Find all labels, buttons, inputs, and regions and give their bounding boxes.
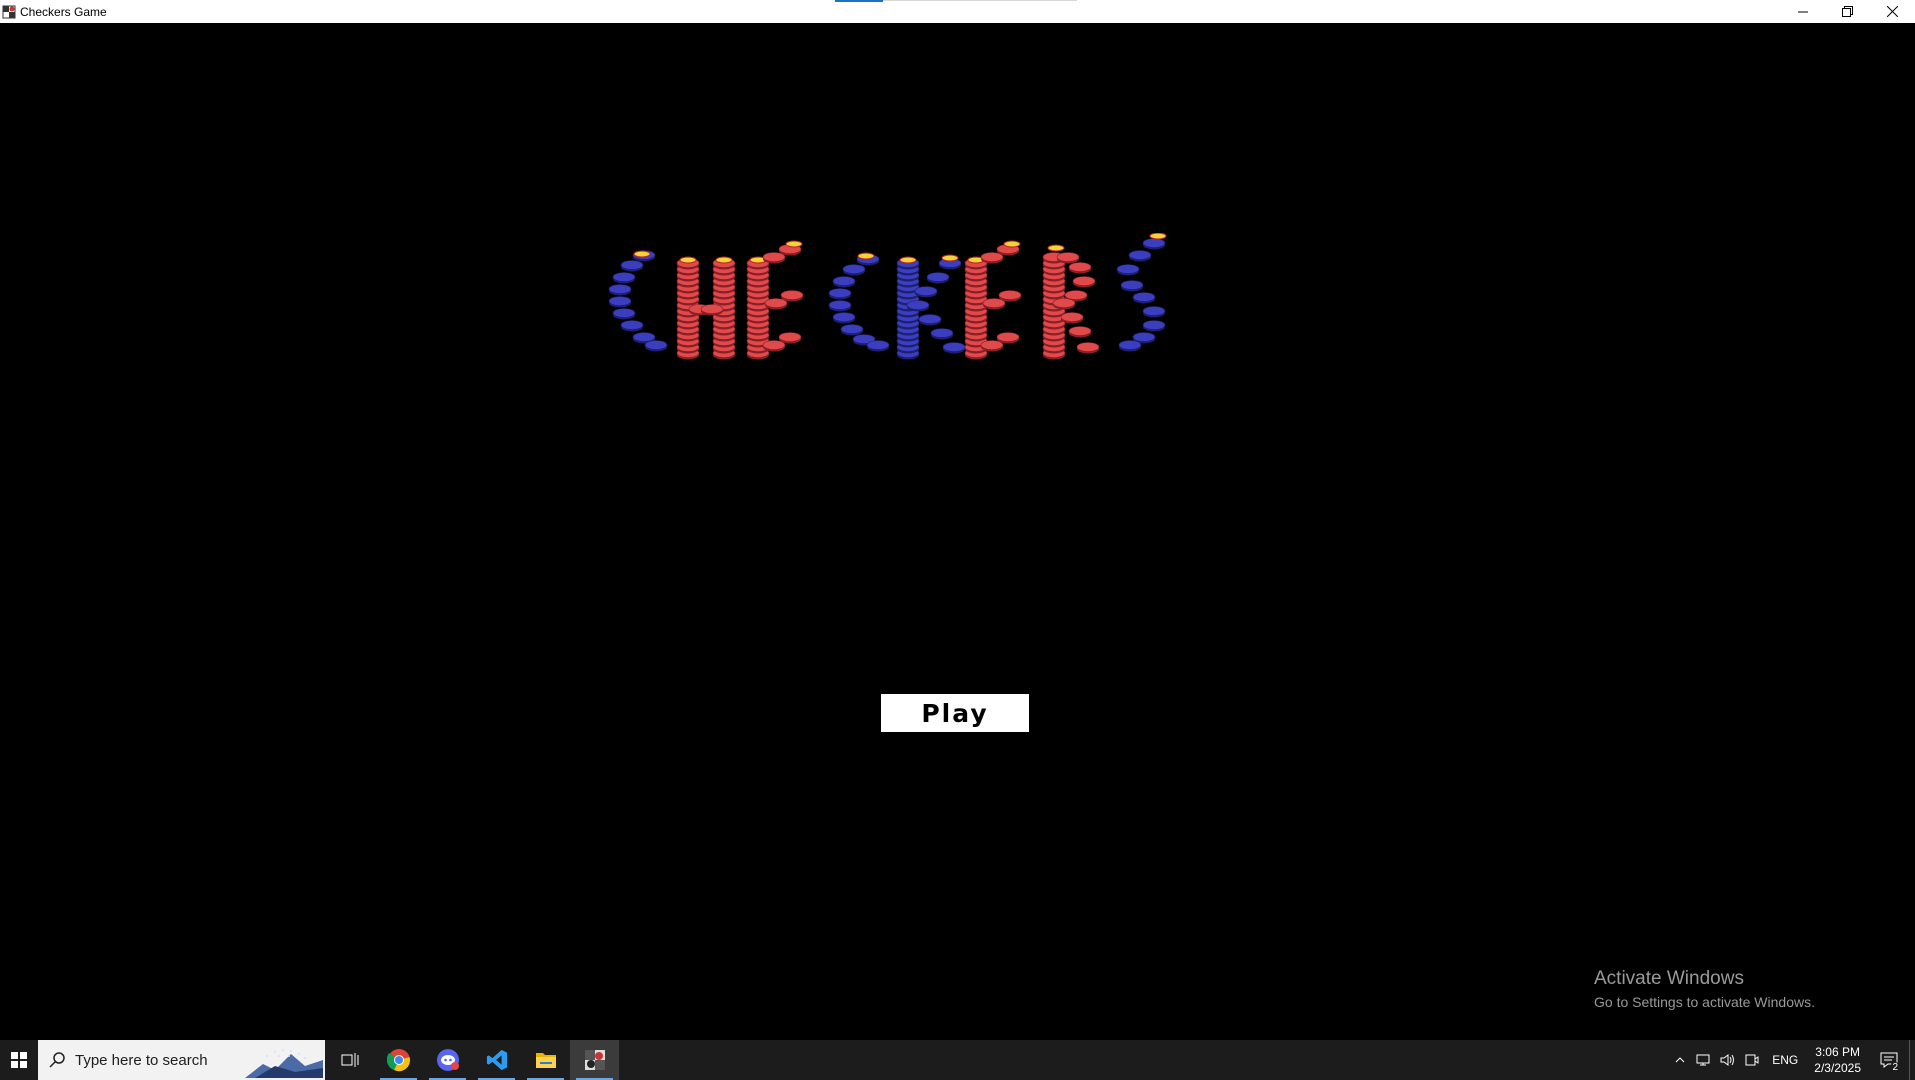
checkers-logo [608, 233, 1167, 360]
start-button[interactable] [0, 1040, 38, 1080]
volume-button[interactable] [1716, 1040, 1740, 1080]
window-title: Checkers Game [20, 4, 107, 19]
discord-icon [436, 1049, 459, 1071]
notification-count: 2 [1890, 1062, 1900, 1073]
clock-date: 2/3/2025 [1814, 1061, 1861, 1075]
watermark-title: Activate Windows [1594, 968, 1744, 989]
windows-logo-icon [11, 1052, 27, 1068]
close-icon [1887, 6, 1898, 17]
game-canvas: Play Activate Windows Go to Settings to … [0, 23, 1915, 1040]
task-view-button[interactable] [325, 1040, 374, 1080]
checkers-app-icon [584, 1050, 605, 1070]
activate-windows-watermark: Activate Windows Go to Settings to activ… [1594, 968, 1815, 1010]
app-icon [2, 5, 16, 18]
search-icon [49, 1052, 65, 1068]
minimize-icon [1797, 11, 1808, 12]
titlebar-accent-line [883, 0, 1077, 1]
network-button[interactable] [1692, 1040, 1716, 1080]
taskbar-checkers-game[interactable] [570, 1040, 619, 1080]
titlebar-accent [835, 0, 883, 2]
language-indicator[interactable]: ENG [1764, 1053, 1806, 1067]
volume-icon [1720, 1054, 1735, 1066]
chevron-up-icon [1675, 1057, 1685, 1063]
watermark-subtitle: Go to Settings to activate Windows. [1594, 994, 1815, 1010]
taskbar-discord[interactable] [423, 1040, 472, 1080]
close-button[interactable] [1870, 0, 1915, 23]
window-titlebar: Checkers Game [0, 0, 1915, 23]
network-icon [1696, 1054, 1710, 1066]
taskbar-search[interactable]: Type here to search [38, 1040, 325, 1080]
file-explorer-icon [535, 1053, 556, 1068]
chrome-icon [386, 1049, 410, 1072]
meet-now-icon [1745, 1054, 1759, 1066]
play-button[interactable]: Play [880, 693, 1030, 733]
meet-now-button[interactable] [1740, 1040, 1764, 1080]
vscode-icon [486, 1049, 507, 1071]
system-tray: ENG 3:06 PM 2/3/2025 2 [1668, 1040, 1915, 1080]
taskbar-vscode[interactable] [472, 1040, 521, 1080]
taskbar-file-explorer[interactable] [521, 1040, 570, 1080]
window-controls [1780, 0, 1915, 23]
show-desktop-button[interactable] [1909, 1040, 1915, 1080]
action-center-button[interactable]: 2 [1869, 1040, 1909, 1080]
taskbar: Type here to search ENG 3:06 PM 2/3/2025… [0, 1040, 1915, 1080]
clock[interactable]: 3:06 PM 2/3/2025 [1806, 1044, 1869, 1076]
show-hidden-icons-button[interactable] [1668, 1040, 1692, 1080]
clock-time: 3:06 PM [1815, 1045, 1860, 1059]
taskbar-chrome[interactable] [374, 1040, 423, 1080]
search-placeholder: Type here to search [75, 1051, 208, 1069]
search-highlight-art-icon [245, 1049, 323, 1078]
minimize-button[interactable] [1780, 0, 1825, 23]
restore-button[interactable] [1825, 0, 1870, 23]
task-view-icon [341, 1053, 358, 1067]
restore-icon [1842, 6, 1853, 17]
